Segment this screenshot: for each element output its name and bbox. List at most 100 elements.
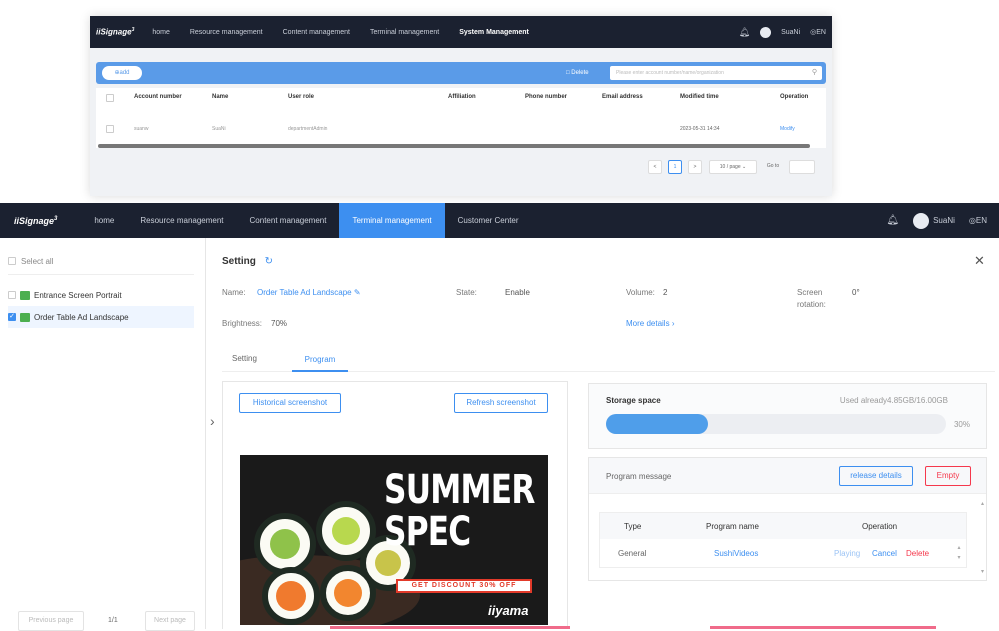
nav-home[interactable]: home bbox=[81, 203, 127, 238]
avatar[interactable] bbox=[760, 26, 772, 38]
language-switch[interactable]: ◎EN bbox=[969, 216, 987, 225]
goto-label: Go to bbox=[766, 163, 780, 169]
next-page-button[interactable]: > bbox=[688, 160, 702, 174]
logo: iiSignage3 bbox=[14, 215, 58, 226]
header-checkbox[interactable] bbox=[106, 94, 114, 102]
terminal-label: Order Table Ad Landscape bbox=[34, 312, 129, 322]
trash-icon: □ bbox=[566, 70, 570, 76]
prev-page-button[interactable]: < bbox=[648, 160, 662, 174]
back-nav-terminal[interactable]: Terminal management bbox=[370, 29, 439, 36]
col-program-name: Program name bbox=[706, 522, 759, 531]
page-1-button[interactable]: 1 bbox=[668, 160, 682, 174]
monitor-icon bbox=[20, 312, 30, 322]
sushi-roll bbox=[254, 513, 316, 575]
col-modified: Modified time bbox=[680, 94, 719, 100]
goto-input[interactable] bbox=[789, 160, 815, 174]
select-all[interactable]: Select all bbox=[8, 250, 194, 272]
bell-icon[interactable]: 🔔︎ bbox=[739, 27, 750, 38]
col-account: Account number bbox=[134, 94, 182, 100]
row-checkbox[interactable] bbox=[106, 125, 114, 133]
terminal-checkbox[interactable] bbox=[8, 291, 16, 299]
scroll-down-icon[interactable]: ▾ bbox=[981, 568, 984, 575]
user-menu[interactable]: SuaNi bbox=[913, 212, 955, 229]
promo-title-1: SUMMER bbox=[384, 467, 535, 513]
terminal-window: iiSignage3 home Resource management Cont… bbox=[0, 203, 999, 631]
refresh-screenshot-button[interactable]: Refresh screenshot bbox=[454, 393, 548, 413]
scroll-up-icon[interactable]: ▴ bbox=[981, 500, 984, 507]
tab-program[interactable]: Program bbox=[292, 348, 348, 372]
search-input[interactable]: Please enter account number/name/organiz… bbox=[610, 66, 822, 80]
cell-name: SuaNi bbox=[212, 126, 226, 132]
search-icon: ⚲ bbox=[811, 69, 817, 76]
cell-modified: 2023-05-31 14:34 bbox=[680, 126, 720, 132]
nav-terminal[interactable]: Terminal management bbox=[339, 203, 445, 238]
sushi-roll bbox=[320, 565, 376, 621]
back-nav-bar: iiSignage3 home Resource management Cont… bbox=[90, 16, 832, 48]
previous-page-button[interactable]: Previous page bbox=[18, 611, 84, 631]
main-nav-bar: iiSignage3 home Resource management Cont… bbox=[0, 203, 999, 238]
terminal-label: Entrance Screen Portrait bbox=[34, 290, 122, 300]
storage-used: Used already4.85GB/16.00GB bbox=[839, 396, 948, 405]
storage-panel: Storage space Used already4.85GB/16.00GB… bbox=[588, 383, 987, 449]
modify-link[interactable]: Modify bbox=[780, 126, 795, 132]
rotation-label-2: rotation: bbox=[797, 300, 826, 309]
state-value: Enable bbox=[505, 288, 530, 297]
refresh-icon[interactable]: ↻ bbox=[265, 256, 273, 267]
promo-banner: GET DISCOUNT 30% OFF bbox=[396, 579, 532, 593]
nav-resource[interactable]: Resource management bbox=[127, 203, 236, 238]
historical-screenshot-button[interactable]: Historical screenshot bbox=[239, 393, 341, 413]
back-nav-system[interactable]: System Management bbox=[459, 29, 529, 36]
sushi-roll bbox=[262, 567, 320, 625]
back-nav-content[interactable]: Content management bbox=[283, 29, 350, 36]
horizontal-scrollbar[interactable] bbox=[98, 144, 810, 148]
back-nav-resource[interactable]: Resource management bbox=[190, 29, 263, 36]
cell-program-name[interactable]: SushiVideos bbox=[714, 549, 758, 558]
chevron-right-icon: › bbox=[671, 319, 675, 328]
background-window: iiSignage3 home Resource management Cont… bbox=[90, 16, 832, 196]
close-icon[interactable]: ✕ bbox=[974, 253, 985, 269]
delete-link[interactable]: Delete bbox=[906, 549, 929, 558]
col-operation: Operation bbox=[862, 522, 898, 531]
storage-title: Storage space bbox=[606, 396, 661, 405]
col-affiliation: Affiliation bbox=[448, 94, 476, 100]
playing-link[interactable]: Playing bbox=[834, 549, 860, 558]
page-size-select[interactable]: 10 / page ⌄ bbox=[709, 160, 757, 174]
table-scrollbar[interactable]: ▴ ▾ bbox=[956, 543, 962, 565]
back-nav-home[interactable]: home bbox=[152, 29, 170, 36]
volume-value: 2 bbox=[663, 288, 668, 297]
bell-icon[interactable]: 🔔︎ bbox=[886, 215, 899, 226]
next-page-button[interactable]: Next page bbox=[145, 611, 195, 631]
storage-progress-fill bbox=[606, 414, 708, 434]
rotation-label-1: Screen bbox=[797, 288, 823, 297]
back-toolbar: ⊕add □ Delete Please enter account numbe… bbox=[96, 62, 826, 84]
program-table-header bbox=[600, 513, 966, 539]
nav-customer[interactable]: Customer Center bbox=[445, 203, 532, 238]
edit-icon[interactable]: ✎ bbox=[354, 288, 361, 297]
release-details-button[interactable]: release details bbox=[839, 466, 913, 486]
nav-content[interactable]: Content management bbox=[237, 203, 340, 238]
more-details-link[interactable]: More details › bbox=[626, 319, 674, 328]
cell-type: General bbox=[618, 549, 647, 558]
terminal-item-order-table[interactable]: ✓ Order Table Ad Landscape bbox=[8, 306, 194, 328]
select-all-checkbox[interactable] bbox=[8, 257, 16, 265]
name-label: Name: bbox=[222, 288, 246, 297]
tab-bar: Setting Program bbox=[222, 348, 995, 372]
cancel-link[interactable]: Cancel bbox=[872, 549, 897, 558]
add-button[interactable]: ⊕add bbox=[102, 66, 142, 80]
empty-button[interactable]: Empty bbox=[925, 466, 971, 486]
col-email: Email address bbox=[602, 94, 643, 100]
tab-setting[interactable]: Setting bbox=[232, 354, 257, 363]
terminal-checkbox-checked[interactable]: ✓ bbox=[8, 313, 16, 321]
back-user-name[interactable]: SuaNi bbox=[781, 29, 800, 36]
back-logo: iiSignage3 bbox=[96, 27, 135, 37]
state-label: State: bbox=[456, 288, 477, 297]
terminal-sidebar: Select all Entrance Screen Portrait ✓ Or… bbox=[0, 238, 206, 631]
terminal-item-entrance[interactable]: Entrance Screen Portrait bbox=[8, 284, 194, 306]
monitor-icon bbox=[20, 290, 30, 300]
delete-button[interactable]: □ Delete bbox=[566, 66, 589, 80]
storage-progress-track bbox=[606, 414, 946, 434]
volume-label: Volume: bbox=[626, 288, 655, 297]
back-lang[interactable]: ◎EN bbox=[810, 28, 826, 36]
col-phone: Phone number bbox=[525, 94, 568, 100]
expand-arrow-icon[interactable]: › bbox=[210, 413, 215, 429]
